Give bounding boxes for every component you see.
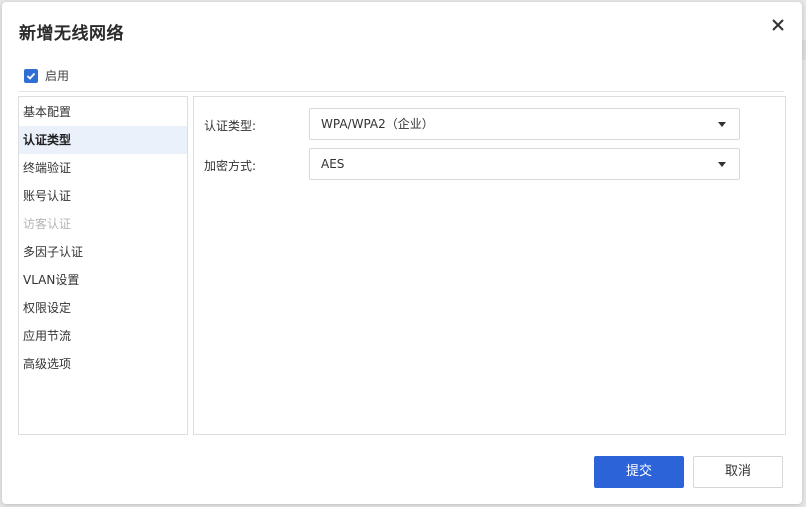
enable-checkbox[interactable] [24,68,38,83]
enable-row: 启用 [24,67,69,84]
sidebar-item-guest-auth: 访客认证 [23,217,72,231]
submit-button[interactable]: 提交 [594,456,684,488]
encryption-label: 加密方式: [204,159,257,173]
auth-type-value: WPA/WPA2（企业） [321,117,434,131]
sidebar-item-app-throttling[interactable]: 应用节流 [19,322,187,350]
sidebar-item-permissions[interactable]: 权限设定 [19,294,187,322]
divider [18,91,784,92]
close-button[interactable] [768,15,788,35]
sidebar-item-account-auth[interactable]: 账号认证 [19,182,187,210]
sidebar-item-basic-config[interactable]: 基本配置 [19,98,187,126]
auth-type-select[interactable]: WPA/WPA2（企业） [309,108,740,140]
chevron-down-icon [718,122,726,127]
sidebar-item-advanced[interactable]: 高级选项 [19,350,187,378]
sidebar-item-vlan-settings[interactable]: VLAN设置 [19,266,187,294]
encryption-value: AES [321,157,345,171]
close-icon [772,19,784,31]
enable-label: 启用 [45,69,70,83]
settings-sidebar: 基本配置 认证类型 终端验证 账号认证 访客认证 多因子认证 VLAN设置 权限… [18,96,188,435]
checkmark-icon [26,72,36,80]
cancel-button[interactable]: 取消 [693,456,783,488]
auth-type-label: 认证类型: [204,119,257,133]
dialog-title: 新增无线网络 [19,24,124,44]
sidebar-item-auth-type[interactable]: 认证类型 [19,126,187,154]
sidebar-item-terminal-verify[interactable]: 终端验证 [19,154,187,182]
chevron-down-icon [718,162,726,167]
add-wireless-network-dialog: 新增无线网络 启用 基本配置 认证类型 终端验证 账号认证 访客认证 多因子认证… [2,2,802,504]
sidebar-item-multi-factor-auth[interactable]: 多因子认证 [19,238,187,266]
auth-type-panel: 认证类型: WPA/WPA2（企业） 加密方式: AES [193,96,786,435]
encryption-select[interactable]: AES [309,148,740,180]
